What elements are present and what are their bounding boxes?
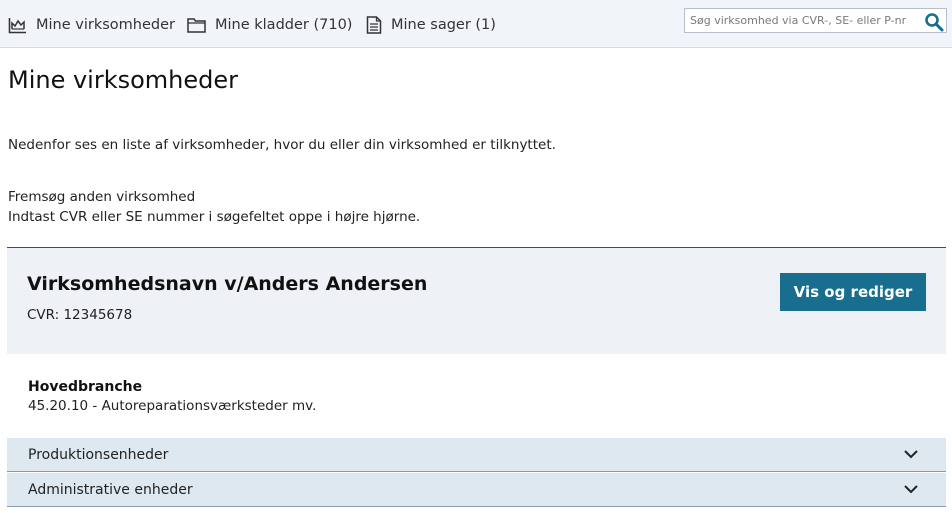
company-name: Virksomhedsnavn v/Anders Andersen (27, 273, 428, 295)
company-cvr: CVR: 12345678 (27, 307, 133, 323)
nav-label: Mine sager (1) (391, 17, 496, 33)
document-icon (366, 16, 382, 34)
company-card-header: Virksomhedsnavn v/Anders Andersen CVR: 1… (7, 248, 946, 354)
nav-mine-sager[interactable]: Mine sager (1) (366, 12, 496, 38)
top-navigation-bar: Mine virksomheder Mine kladder (710) Min… (0, 0, 952, 48)
main-branch-label: Hovedbranche (28, 379, 143, 395)
nav-mine-virksomheder[interactable]: Mine virksomheder (8, 12, 175, 38)
nav-label: Mine kladder (710) (215, 17, 353, 33)
company-card: Virksomhedsnavn v/Anders Andersen CVR: 1… (7, 247, 946, 508)
chevron-down-icon[interactable] (903, 483, 919, 495)
folder-icon (187, 18, 206, 33)
search-help-title: Fremsøg anden virksomhed (8, 189, 196, 205)
chart-icon (8, 17, 26, 33)
accordion-administrative-enheder[interactable]: Administrative enheder (7, 473, 946, 507)
search-icon[interactable] (924, 12, 944, 32)
chevron-down-icon[interactable] (903, 448, 919, 460)
main-branch-value: 45.20.10 - Autoreparationsværksteder mv. (28, 398, 317, 414)
nav-label: Mine virksomheder (36, 17, 175, 33)
view-edit-button[interactable]: Vis og rediger (780, 273, 926, 311)
accordion-produktionsenheder[interactable]: Produktionsenheder (7, 438, 946, 472)
search-box (684, 8, 947, 33)
accordion-label: Produktionsenheder (28, 447, 169, 463)
intro-text: Nedenfor ses en liste af virksomheder, h… (8, 137, 556, 153)
accordion-label: Administrative enheder (28, 482, 193, 498)
search-help: Fremsøg anden virksomhed Indtast CVR ell… (8, 187, 420, 227)
search-input[interactable] (685, 9, 921, 32)
search-help-text: Indtast CVR eller SE nummer i søgefeltet… (8, 209, 421, 225)
page-title: Mine virksomheder (8, 66, 239, 94)
nav-mine-kladder[interactable]: Mine kladder (710) (187, 12, 352, 38)
